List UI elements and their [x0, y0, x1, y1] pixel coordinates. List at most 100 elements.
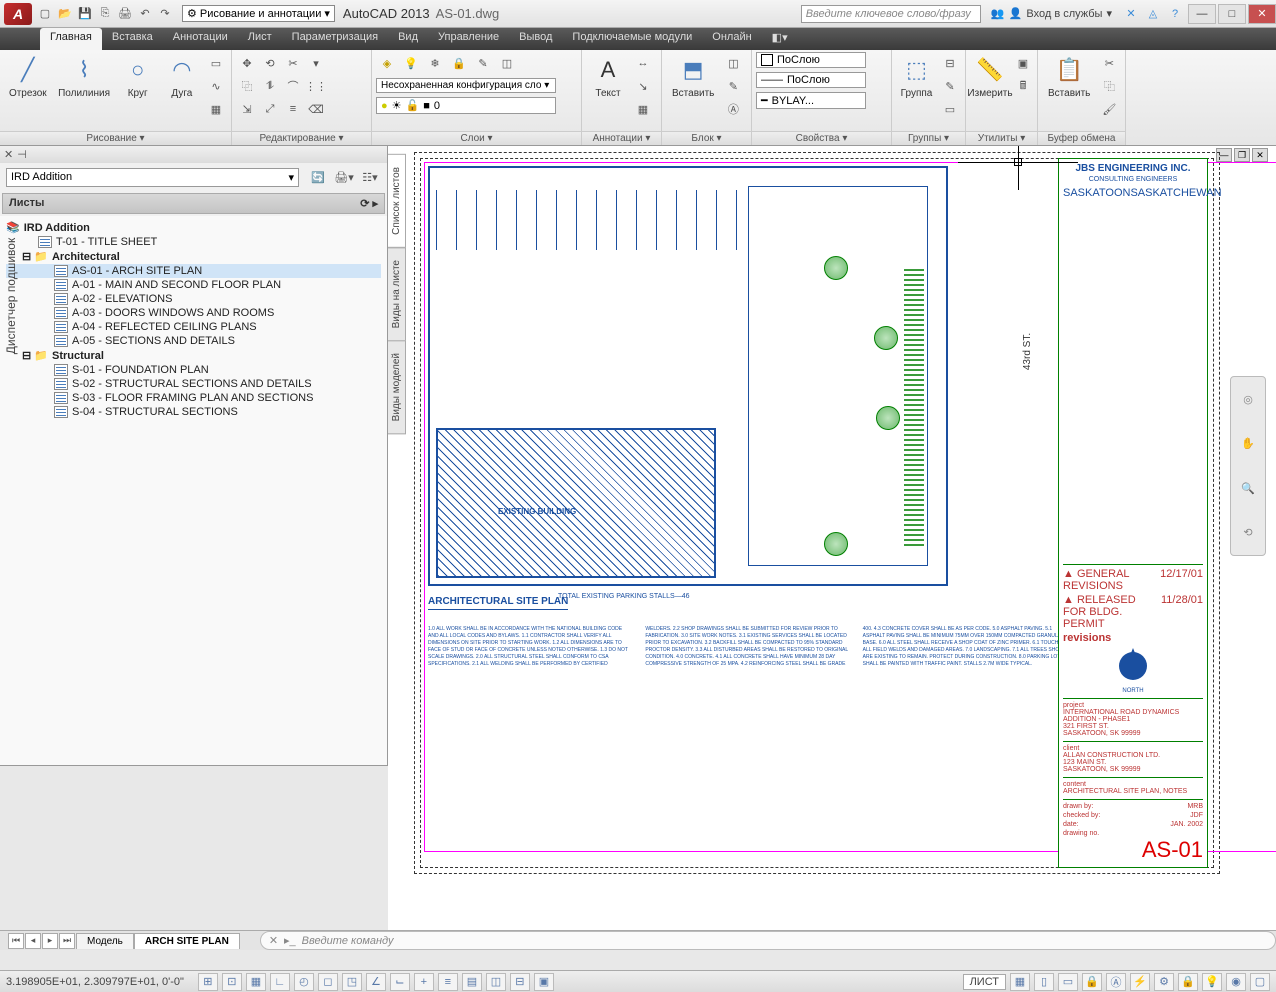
- group-button[interactable]: ⬚Группа: [896, 52, 937, 101]
- undo-icon[interactable]: ↶: [136, 5, 154, 23]
- scale-icon[interactable]: ⤢: [259, 98, 281, 120]
- panel-draw-title[interactable]: Рисование ▾: [0, 131, 231, 145]
- grid-icon[interactable]: ▦: [246, 973, 266, 991]
- close-button[interactable]: ✕: [1248, 4, 1276, 24]
- infer-icon[interactable]: ⊞: [198, 973, 218, 991]
- workspace-dropdown[interactable]: ⚙ Рисование и аннотации ▾: [182, 5, 335, 22]
- tab-manage[interactable]: Управление: [428, 28, 509, 50]
- rectangle-icon[interactable]: ▭: [205, 52, 227, 74]
- tab-online[interactable]: Онлайн: [702, 28, 761, 50]
- mirror-icon[interactable]: ⥮: [259, 75, 281, 97]
- offset-icon[interactable]: ≡: [282, 98, 304, 120]
- panel-layers-title[interactable]: Слои ▾: [372, 131, 581, 145]
- layeroff-icon[interactable]: 💡: [400, 52, 422, 74]
- trim-icon[interactable]: ✂: [282, 52, 304, 74]
- polar-icon[interactable]: ◴: [294, 973, 314, 991]
- ungroup-icon[interactable]: ⊟: [939, 52, 961, 74]
- pan-icon[interactable]: ✋: [1241, 437, 1255, 450]
- chevron-down-icon[interactable]: ▾: [305, 52, 327, 74]
- sheet-item[interactable]: S-02 - STRUCTURAL SECTIONS AND DETAILS: [6, 377, 381, 391]
- autoscale-icon[interactable]: ⚡: [1130, 973, 1150, 991]
- layerstate-dropdown[interactable]: Несохраненная конфигурация сло ▾: [376, 78, 556, 93]
- lwt-icon[interactable]: ≡: [438, 973, 458, 991]
- text-button[interactable]: AТекст: [586, 52, 630, 101]
- ducs-icon[interactable]: ⌙: [390, 973, 410, 991]
- recent-commands-icon[interactable]: ✕: [269, 934, 278, 947]
- table-icon[interactable]: ▦: [632, 98, 654, 120]
- fillet-icon[interactable]: ⌒: [282, 75, 304, 97]
- side-tab-sheetlist[interactable]: Список листов: [388, 154, 406, 248]
- save-icon[interactable]: 💾: [76, 5, 94, 23]
- groupbbox-icon[interactable]: ▭: [939, 98, 961, 120]
- maximize-button[interactable]: □: [1218, 4, 1246, 24]
- sheet-item[interactable]: S-04 - STRUCTURAL SECTIONS: [6, 405, 381, 419]
- tpy-icon[interactable]: ▤: [462, 973, 482, 991]
- snap-icon[interactable]: ⊡: [222, 973, 242, 991]
- paste-button[interactable]: 📋Вставить: [1042, 52, 1096, 101]
- sheetset-tree[interactable]: 📚 IRD Addition T-01 - TITLE SHEET ⊟ 📁 Ar…: [0, 216, 387, 765]
- line-button[interactable]: ╱Отрезок: [4, 52, 52, 101]
- drawing-canvas[interactable]: Список листов Виды на листе Виды моделей…: [388, 146, 1276, 942]
- model-paper-toggle[interactable]: ЛИСТ: [963, 974, 1006, 990]
- steering-wheel-icon[interactable]: ◎: [1243, 393, 1253, 406]
- sheet-item[interactable]: A-03 - DOORS WINDOWS AND ROOMS: [6, 306, 381, 320]
- array-icon[interactable]: ⋮⋮: [305, 75, 327, 97]
- cut-icon[interactable]: ✂: [1098, 52, 1120, 74]
- infocenter-search[interactable]: Введите ключевое слово/фразу: [801, 5, 981, 23]
- sheetset-selector[interactable]: IRD Addition▾: [6, 168, 299, 187]
- layerfreeze-icon[interactable]: ❄: [424, 52, 446, 74]
- signin-button[interactable]: 👤Вход в службы▾: [1009, 7, 1112, 20]
- orbit-icon[interactable]: ⟲: [1243, 526, 1252, 539]
- stretch-icon[interactable]: ⇲: [236, 98, 258, 120]
- zoom-icon[interactable]: 🔍: [1241, 482, 1255, 495]
- tab-output[interactable]: Вывод: [509, 28, 562, 50]
- tab-view[interactable]: Вид: [388, 28, 428, 50]
- dyn-icon[interactable]: +: [414, 973, 434, 991]
- insert-block-button[interactable]: ⬒Вставить: [666, 52, 720, 101]
- app-menu-icon[interactable]: A: [4, 3, 32, 25]
- panel-block-title[interactable]: Блок ▾: [662, 131, 751, 145]
- tab-insert[interactable]: Вставка: [102, 28, 163, 50]
- workspacesw-icon[interactable]: ⚙: [1154, 973, 1174, 991]
- hardware-accel-icon[interactable]: 💡: [1202, 973, 1222, 991]
- edit-block-icon[interactable]: ✎: [722, 75, 744, 97]
- color-dropdown[interactable]: ПоСлою: [756, 52, 866, 68]
- sheet-item[interactable]: A-01 - MAIN AND SECOND FLOOR PLAN: [6, 278, 381, 292]
- next-tab-icon[interactable]: ▸: [42, 933, 58, 949]
- model-tab[interactable]: Модель: [76, 933, 134, 949]
- qv-drawings-icon[interactable]: ▭: [1058, 973, 1078, 991]
- tree-root[interactable]: 📚 IRD Addition: [6, 220, 381, 235]
- layerprops-icon[interactable]: ◈: [376, 52, 398, 74]
- grid-display-icon[interactable]: ▦: [1010, 973, 1030, 991]
- create-block-icon[interactable]: ◫: [722, 52, 744, 74]
- chevron-icon[interactable]: ⟳ ▸: [360, 197, 378, 210]
- ssm-view-icon[interactable]: ☷▾: [359, 166, 381, 188]
- tab-expresstools-icon[interactable]: ◧▾: [762, 28, 798, 50]
- stayconnected-icon[interactable]: ◬: [1144, 5, 1162, 23]
- category-structural[interactable]: ⊟ 📁 Structural: [6, 348, 381, 363]
- ssm-publish-icon[interactable]: 🖨▾: [333, 166, 355, 188]
- panel-annot-title[interactable]: Аннотации ▾: [582, 131, 661, 145]
- command-line[interactable]: ✕ ▸_ Введите команду: [260, 931, 1276, 950]
- copy-clip-icon[interactable]: ⿻: [1098, 75, 1120, 97]
- isolate-icon[interactable]: ◉: [1226, 973, 1246, 991]
- tab-home[interactable]: Главная: [40, 28, 102, 50]
- leader-icon[interactable]: ↘: [632, 75, 654, 97]
- clean-screen-icon[interactable]: ▢: [1250, 973, 1270, 991]
- layout-tab[interactable]: ARCH SITE PLAN: [134, 933, 240, 949]
- rotate-icon[interactable]: ⟲: [259, 52, 281, 74]
- otrack-icon[interactable]: ∠: [366, 973, 386, 991]
- category-architectural[interactable]: ⊟ 📁 Architectural: [6, 249, 381, 264]
- autodesk360-icon[interactable]: 👥: [989, 5, 1007, 23]
- qv-layouts-icon[interactable]: ▯: [1034, 973, 1054, 991]
- dimension-icon[interactable]: ↔: [632, 52, 654, 74]
- sheet-item[interactable]: AS-01 - ARCH SITE PLAN: [6, 264, 381, 278]
- tab-annotate[interactable]: Аннотации: [163, 28, 238, 50]
- 3dosnap-icon[interactable]: ◳: [342, 973, 362, 991]
- panel-groups-title[interactable]: Группы ▾: [892, 131, 965, 145]
- annovisibility-icon[interactable]: Ⓐ: [1106, 973, 1126, 991]
- help-icon[interactable]: ?: [1166, 5, 1184, 23]
- selectall-icon[interactable]: ▣: [1012, 52, 1034, 74]
- saveas-icon[interactable]: ⎘: [96, 5, 114, 23]
- sheet-item[interactable]: S-03 - FLOOR FRAMING PLAN AND SECTIONS: [6, 391, 381, 405]
